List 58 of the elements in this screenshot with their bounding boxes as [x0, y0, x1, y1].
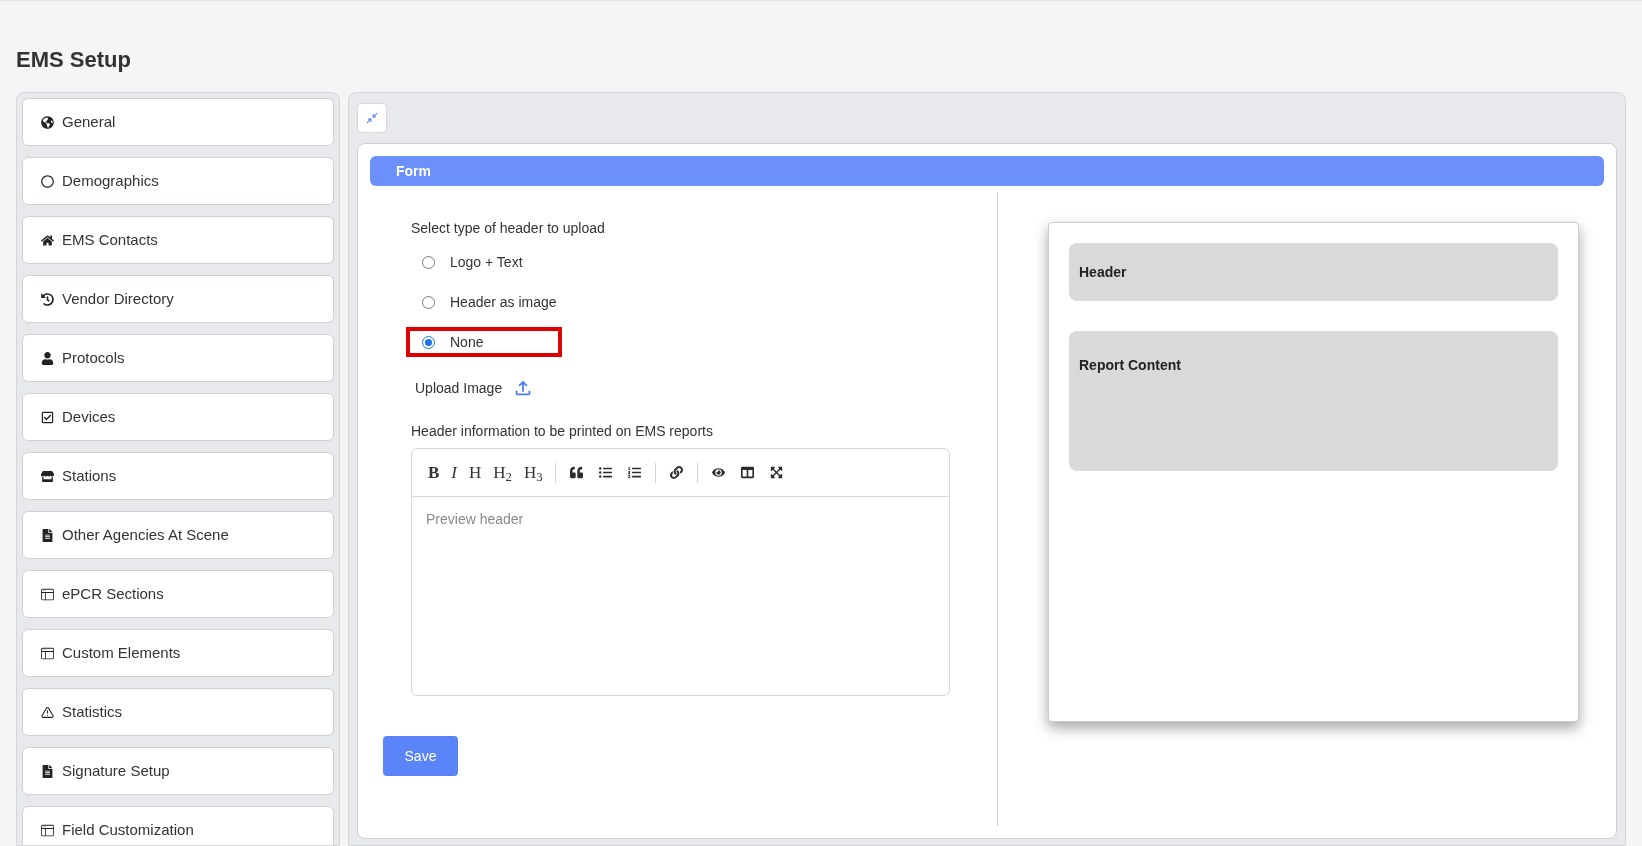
home-icon: [41, 233, 54, 247]
radio-button[interactable]: [422, 335, 435, 349]
link-button[interactable]: [667, 464, 685, 481]
sidebar-item[interactable]: Custom Elements: [22, 629, 334, 677]
document-icon: [41, 764, 54, 778]
columns-button[interactable]: [738, 464, 756, 481]
bullet-list-icon: [598, 466, 612, 479]
sidebar-item[interactable]: General: [22, 98, 334, 146]
window-icon: [41, 823, 54, 837]
radio-option[interactable]: Header as image: [410, 291, 557, 313]
section-title: Report Content: [1079, 357, 1181, 373]
radio-button[interactable]: [422, 295, 435, 309]
history-icon: [41, 292, 54, 306]
collapse-icon: [365, 111, 379, 125]
text-editor[interactable]: B I H H$_{2}$ H$_{3}$ Preview header: [411, 448, 950, 696]
format-button[interactable]: I: [451, 459, 457, 486]
checkbox-icon: [41, 410, 54, 424]
window-icon: [41, 587, 54, 601]
field-label: Header information to be printed on EMS reports: [411, 422, 713, 441]
format-button[interactable]: H: [469, 459, 482, 486]
globe-icon: [41, 115, 54, 129]
sidebar-item[interactable]: Stations: [22, 452, 334, 500]
fullscreen-icon: [769, 466, 783, 479]
section-title: Header: [1079, 262, 1127, 282]
sidebar-item[interactable]: Vendor Directory: [22, 275, 334, 323]
sidebar-item[interactable]: Devices: [22, 393, 334, 441]
format-button[interactable]: H$_{3}$: [523, 459, 543, 486]
numbered-list-icon: [627, 466, 641, 479]
editor-input[interactable]: Preview header: [412, 497, 949, 695]
sidebar-item[interactable]: ePCR Sections: [22, 570, 334, 618]
user-icon: [41, 351, 54, 365]
form-title: Form: [396, 161, 431, 181]
quote-icon: [569, 466, 583, 479]
numbered-list-button[interactable]: [625, 464, 643, 481]
sidebar-item[interactable]: Protocols: [22, 334, 334, 382]
sidebar-item[interactable]: Statistics: [22, 688, 334, 736]
document-icon: [41, 528, 54, 542]
format-button[interactable]: B: [428, 459, 440, 486]
format-button[interactable]: H$_{2}$: [493, 459, 512, 486]
radio-option[interactable]: None: [410, 331, 484, 353]
sidebar-item[interactable]: EMS Contacts: [22, 216, 334, 264]
sidebar-item[interactable]: Signature Setup: [22, 747, 334, 795]
sidebar-item[interactable]: Field Customization: [22, 806, 334, 845]
sidebar-item[interactable]: Other Agencies At Scene: [22, 511, 334, 559]
quote-button[interactable]: [567, 464, 585, 481]
eye-icon: [711, 466, 725, 479]
warning-icon: [41, 705, 54, 719]
building-icon: [41, 469, 54, 483]
radio-button[interactable]: [422, 255, 435, 269]
page-title: EMS Setup: [15, 46, 132, 74]
window-icon: [41, 646, 54, 660]
bullet-list-button[interactable]: [596, 464, 614, 481]
upload-label: Upload Image: [415, 378, 503, 398]
field-label: Select type of header to upload: [411, 219, 605, 238]
sidebar-item[interactable]: Demographics: [22, 157, 334, 205]
link-icon: [669, 466, 683, 479]
columns-icon: [740, 466, 754, 479]
radio-option[interactable]: Logo + Text: [410, 251, 523, 273]
